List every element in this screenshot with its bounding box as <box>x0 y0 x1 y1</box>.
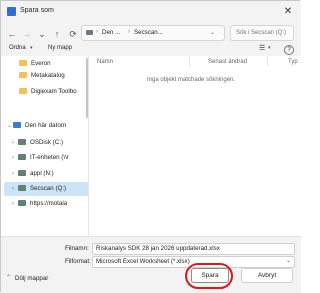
window-title: Spara som <box>20 7 54 14</box>
command-bar: Ordna ▾ Ny mapp ☰ ▾ ? <box>1 44 301 56</box>
empty-message: Inga objekt matchade sökningen. <box>147 77 236 83</box>
filetype-label: Filformat: <box>65 258 91 265</box>
view-options-icon[interactable]: ☰ <box>259 44 265 52</box>
sidebar-item-it-enheten[interactable]: › IT-enheten (\\r <box>12 152 69 164</box>
breadcrumb-item-secscan[interactable]: Secscan... <box>134 29 163 36</box>
computer-icon <box>13 122 21 129</box>
web-drive-icon <box>18 200 26 207</box>
file-list: Namn Senast ändrad Typ Inga objekt match… <box>89 56 301 236</box>
save-form: Filnamn: Riskanalys SDK 28 jan 2026 uppd… <box>1 236 301 293</box>
organize-menu-button[interactable]: Ordna <box>9 45 26 51</box>
chevron-down-icon: ⌄ <box>286 258 292 264</box>
sidebar-item-digiexam[interactable]: Digiexam Toolbo <box>19 86 77 98</box>
help-icon[interactable]: ? <box>284 45 294 55</box>
title-bar: Spara som ✕ <box>1 1 301 23</box>
sidebar-item-https-motala[interactable]: › https://motala <box>12 198 67 210</box>
sidebar-item-metakatalog[interactable]: Metakatalog <box>19 70 65 82</box>
sidebar-item-everon[interactable]: Everon <box>19 58 51 70</box>
navigation-pane: Everon Metakatalog Digiexam Toolbo ⌄ Den … <box>1 56 89 236</box>
save-as-dialog: Spara som ✕ ← → ⌄ ↑ ⟳ › Den ... › Secsca… <box>0 0 301 293</box>
filename-input[interactable]: Riskanalys SDK 28 jan 2026 uppdaterad.xl… <box>92 243 295 255</box>
network-drive-icon <box>18 154 26 161</box>
breadcrumb-separator: › <box>96 29 98 35</box>
refresh-icon[interactable]: ⟳ <box>67 28 79 40</box>
address-bar[interactable]: › Den ... › Secscan... ⌄ <box>81 25 225 41</box>
address-dropdown-icon[interactable]: ⌄ <box>210 29 215 36</box>
column-header-modified[interactable]: Senast ändrad <box>208 59 247 65</box>
chevron-down-icon: ▾ <box>268 45 271 51</box>
column-divider[interactable] <box>267 57 268 66</box>
network-drive-icon <box>18 185 26 192</box>
cancel-button[interactable]: Avbryt <box>241 268 293 283</box>
drive-icon <box>86 30 93 35</box>
chevron-up-icon[interactable]: ⌃ <box>6 274 11 281</box>
sidebar-item-this-pc[interactable]: ⌄ Den här datorn <box>7 120 66 132</box>
highlight-annotation <box>185 263 233 289</box>
close-icon[interactable]: ✕ <box>281 5 295 19</box>
chevron-down-icon: ▾ <box>30 45 33 51</box>
network-drive-icon <box>18 170 26 177</box>
sidebar-item-secscan[interactable]: › Secscan (Q:) <box>12 183 66 195</box>
breadcrumb-item-computer[interactable]: Den ... <box>102 29 120 36</box>
search-input[interactable]: Sök i Secscan (Q:) <box>230 25 294 41</box>
forward-arrow-icon[interactable]: → <box>21 28 33 40</box>
app-icon <box>7 7 16 16</box>
column-divider[interactable] <box>189 57 190 66</box>
folder-icon <box>19 72 27 79</box>
hide-folders-button[interactable]: Dölj mappar <box>15 275 48 282</box>
column-header-name[interactable]: Namn <box>97 59 113 65</box>
back-arrow-icon[interactable]: ← <box>6 28 18 40</box>
folder-icon <box>19 60 27 67</box>
new-folder-button[interactable]: Ny mapp <box>48 45 72 51</box>
breadcrumb-separator: › <box>128 29 130 35</box>
column-header-type[interactable]: Typ <box>288 59 298 65</box>
sidebar-item-appl[interactable]: › appl (N:) <box>12 168 54 180</box>
sidebar-item-osdisk[interactable]: › OSDisk (C:) <box>12 137 63 149</box>
filename-label: Filnamn: <box>65 245 89 252</box>
folder-icon <box>19 88 27 95</box>
history-dropdown-icon[interactable]: ⌄ <box>36 28 48 40</box>
up-arrow-icon[interactable]: ↑ <box>51 28 63 40</box>
drive-icon <box>18 139 26 146</box>
